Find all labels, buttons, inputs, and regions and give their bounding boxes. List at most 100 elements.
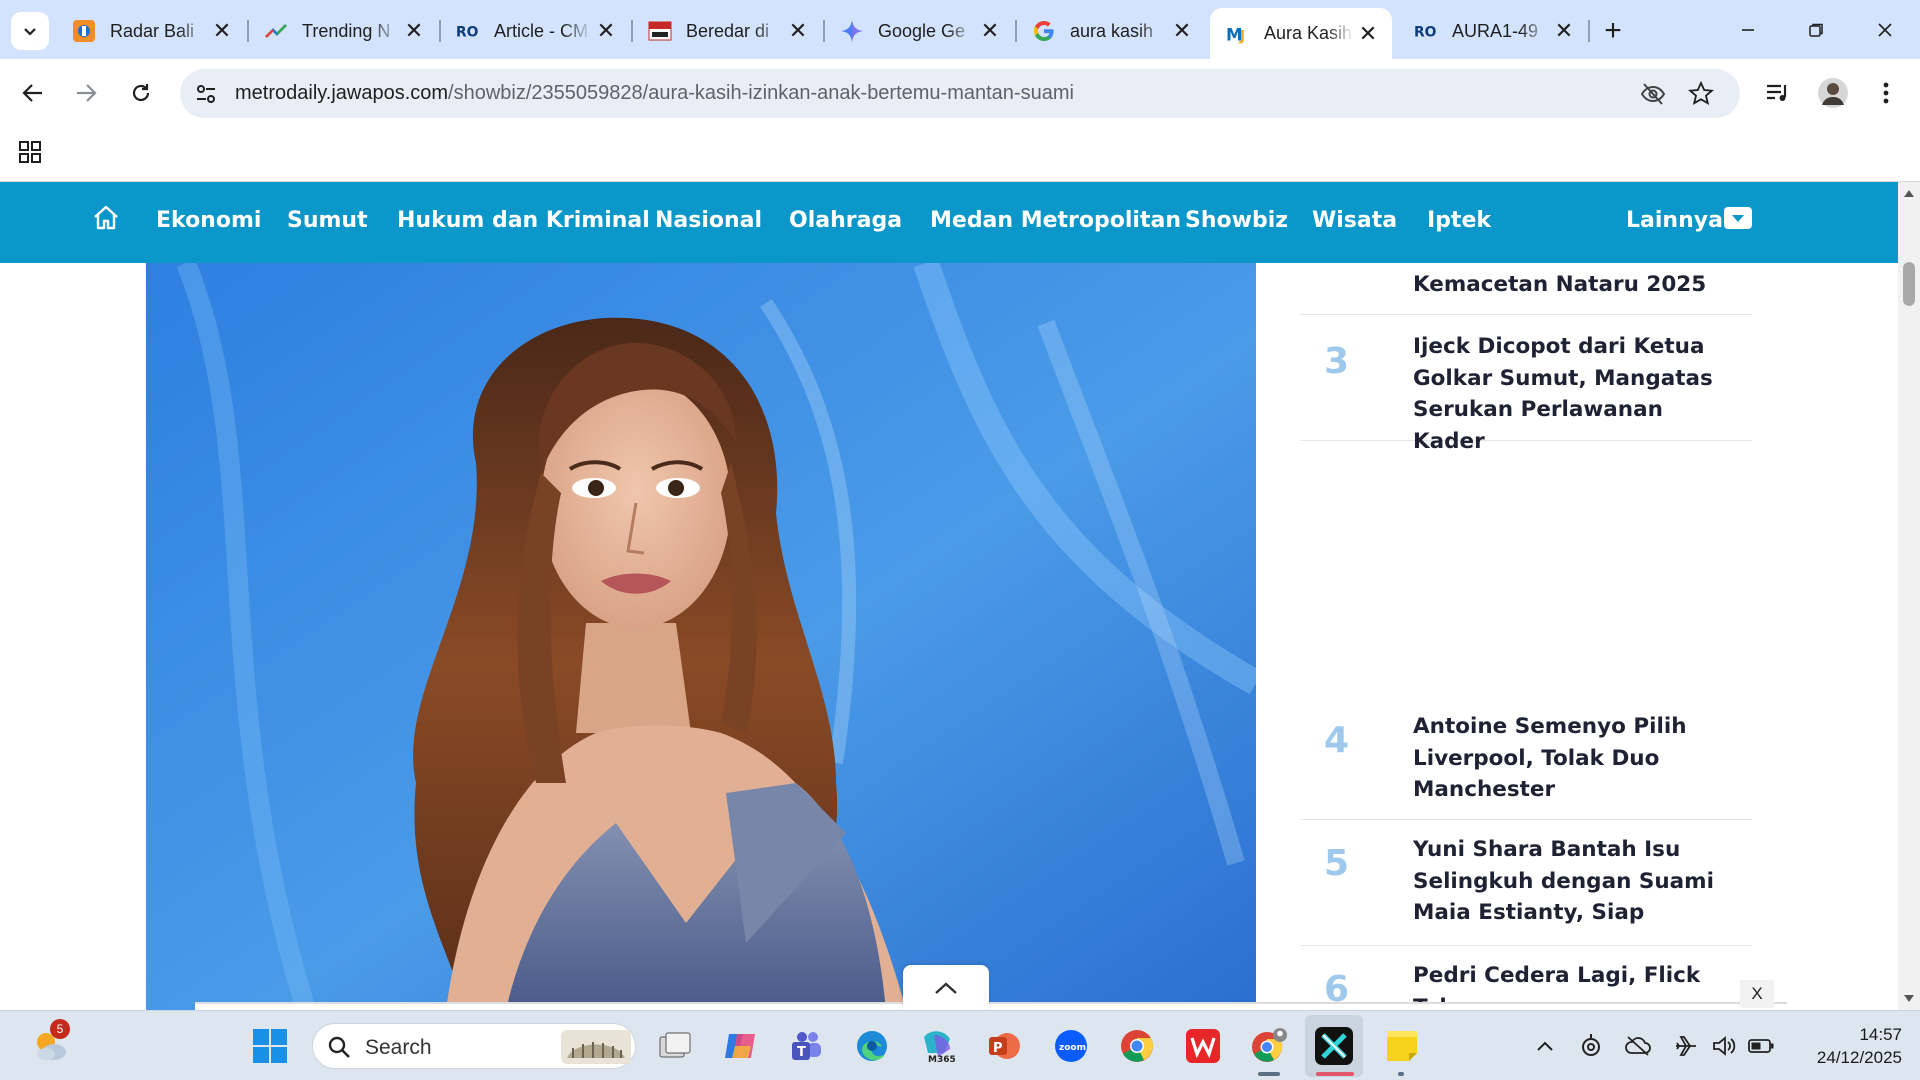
close-tab-icon[interactable]: ✕ [976, 17, 1004, 45]
popular-item[interactable]: 4 Antoine Semenyo Pilih Liverpool, Tolak… [1300, 701, 1752, 820]
teams-button[interactable]: T [786, 1026, 826, 1066]
apps-grid-icon[interactable] [19, 141, 41, 163]
capcut-icon [1315, 1027, 1353, 1065]
copilot-button[interactable] [720, 1026, 760, 1066]
task-view-button[interactable] [655, 1026, 695, 1066]
nav-olahraga[interactable]: Olahraga [789, 208, 902, 233]
scroll-down-arrow-icon[interactable] [1903, 994, 1915, 1004]
close-window-button[interactable] [1861, 8, 1909, 52]
bookmark-star-icon[interactable] [1688, 81, 1714, 107]
search-placeholder: Search [365, 1036, 432, 1059]
tab-radar-bali[interactable]: Radar Bali ✕ [56, 10, 246, 52]
m365-button[interactable]: M365 [918, 1026, 958, 1066]
reload-button[interactable] [121, 73, 161, 113]
nav-showbiz[interactable]: Showbiz [1185, 208, 1288, 233]
tab-title: AURA1-49 [1452, 20, 1539, 41]
running-indicator-active [1316, 1072, 1354, 1076]
nav-lainnya[interactable]: Lainnya [1626, 208, 1723, 233]
tab-title: aura kasih [1070, 20, 1154, 41]
close-tab-icon[interactable]: ✕ [1168, 17, 1196, 45]
restore-button[interactable] [1792, 8, 1840, 52]
tab-google-search[interactable]: aura kasih ✕ [1016, 10, 1206, 52]
address-bar[interactable]: metrodaily.jawapos.com/showbiz/235505982… [180, 69, 1740, 118]
reload-icon [132, 84, 150, 102]
taskbar-search-box[interactable]: Search [312, 1023, 636, 1069]
popular-item[interactable]: Kemacetan Nataru 2025 [1300, 263, 1752, 315]
location-tray-button[interactable] [1578, 1033, 1604, 1059]
tab-article[interactable]: RO Article - CM ✕ [440, 10, 630, 52]
battery-tray-button[interactable] [1748, 1033, 1774, 1059]
forward-button[interactable] [66, 73, 106, 113]
svg-text:J: J [1239, 28, 1245, 44]
task-view-icon [659, 1032, 691, 1058]
tab-trending[interactable]: Trending N ✕ [248, 10, 438, 52]
scrollbar-thumb[interactable] [1903, 262, 1915, 306]
tab-title: Aura Kasih [1264, 23, 1353, 43]
popular-item-title[interactable]: Kemacetan Nataru 2025 [1413, 269, 1733, 301]
start-button[interactable] [250, 1026, 290, 1066]
zoom-icon: zoom [1055, 1030, 1087, 1062]
chrome-profile-button[interactable] [1249, 1026, 1289, 1066]
svg-text:P: P [993, 1041, 1003, 1056]
powerpoint-button[interactable]: P [984, 1026, 1024, 1066]
expand-ad-button[interactable] [903, 965, 989, 1010]
wps-office-button[interactable] [1183, 1026, 1223, 1066]
eye-off-icon[interactable] [1640, 81, 1666, 107]
tab-title: Google Ge [878, 20, 966, 41]
airplane-mode-tray-button[interactable] [1673, 1033, 1699, 1059]
tab-google-gemini[interactable]: Google Ge ✕ [824, 10, 1014, 52]
nav-medan-metropolitan[interactable]: Medan Metropolitan [930, 208, 1181, 233]
volume-tray-button[interactable] [1712, 1033, 1738, 1059]
back-button[interactable] [13, 73, 53, 113]
system-clock[interactable]: 14:57 24/12/2025 [1782, 1023, 1902, 1069]
location-icon [1582, 1034, 1600, 1056]
caret-down-icon[interactable] [1724, 207, 1752, 229]
close-tab-icon[interactable]: ✕ [592, 17, 620, 45]
sticky-notes-icon [1387, 1031, 1417, 1061]
battery-icon [1748, 1039, 1774, 1053]
popular-item[interactable]: 6 Pedri Cedera Lagi, Flick Tak [1300, 946, 1752, 1010]
close-tab-icon[interactable]: ✕ [400, 17, 428, 45]
close-tab-icon[interactable]: ✕ [784, 17, 812, 45]
site-settings-icon[interactable] [194, 82, 218, 106]
close-tab-icon[interactable]: ✕ [1354, 20, 1382, 48]
tab-aura1[interactable]: RO AURA1-49 ✕ [1398, 10, 1588, 52]
zoom-button[interactable]: zoom [1051, 1026, 1091, 1066]
cloud-sync-tray-button[interactable] [1625, 1033, 1651, 1059]
tab-beredar[interactable]: Beredar di ✕ [632, 10, 822, 52]
popular-item[interactable]: 3 Ijeck Dicopot dari Ketua Golkar Sumut,… [1300, 315, 1752, 454]
profile-button[interactable] [1813, 73, 1853, 113]
capcut-button[interactable] [1314, 1026, 1354, 1066]
nav-sumut[interactable]: Sumut [287, 208, 368, 233]
popular-item[interactable]: 5 Yuni Shara Bantah Isu Selingkuh dengan… [1300, 820, 1752, 946]
forward-arrow-icon [77, 84, 97, 102]
nav-wisata[interactable]: Wisata [1312, 208, 1397, 233]
nav-nasional[interactable]: Nasional [655, 208, 762, 233]
weather-widget[interactable]: 5 [30, 1019, 70, 1065]
popular-item-title[interactable]: Antoine Semenyo Pilih Liverpool, Tolak D… [1413, 711, 1733, 806]
new-tab-button[interactable]: + [1596, 14, 1630, 48]
popular-item-title[interactable]: Ijeck Dicopot dari Ketua Golkar Sumut, M… [1413, 331, 1733, 457]
close-tab-icon[interactable]: ✕ [208, 17, 236, 45]
minimize-button[interactable] [1724, 8, 1772, 52]
tab-aura-kasih-active[interactable]: MJ Aura Kasih ✕ [1210, 8, 1392, 59]
url-text[interactable]: metrodaily.jawapos.com/showbiz/235505982… [235, 82, 1074, 105]
nav-iptek[interactable]: Iptek [1427, 208, 1491, 233]
popular-item-title[interactable]: Yuni Shara Bantah Isu Selingkuh dengan S… [1413, 834, 1733, 930]
sticky-notes-button[interactable] [1382, 1026, 1422, 1066]
nav-ekonomi[interactable]: Ekonomi [156, 208, 261, 233]
show-hidden-icons-button[interactable] [1532, 1033, 1558, 1059]
edge-button[interactable] [852, 1026, 892, 1066]
browser-menu-button[interactable] [1866, 73, 1906, 113]
media-controls-button[interactable] [1758, 73, 1798, 113]
scroll-up-arrow-icon[interactable] [1903, 188, 1915, 198]
nav-hukum-dan-kriminal[interactable]: Hukum dan Kriminal [397, 208, 650, 233]
volume-icon [1713, 1036, 1736, 1056]
page-scrollbar[interactable] [1898, 182, 1920, 1010]
close-tab-icon[interactable]: ✕ [1550, 17, 1578, 45]
url-path: /showbiz/2355059828/aura-kasih-izinkan-a… [448, 82, 1074, 104]
chrome-button[interactable] [1117, 1026, 1157, 1066]
close-ad-button[interactable]: X [1740, 980, 1774, 1008]
home-icon[interactable] [92, 204, 120, 232]
tab-search-button[interactable] [11, 12, 49, 50]
